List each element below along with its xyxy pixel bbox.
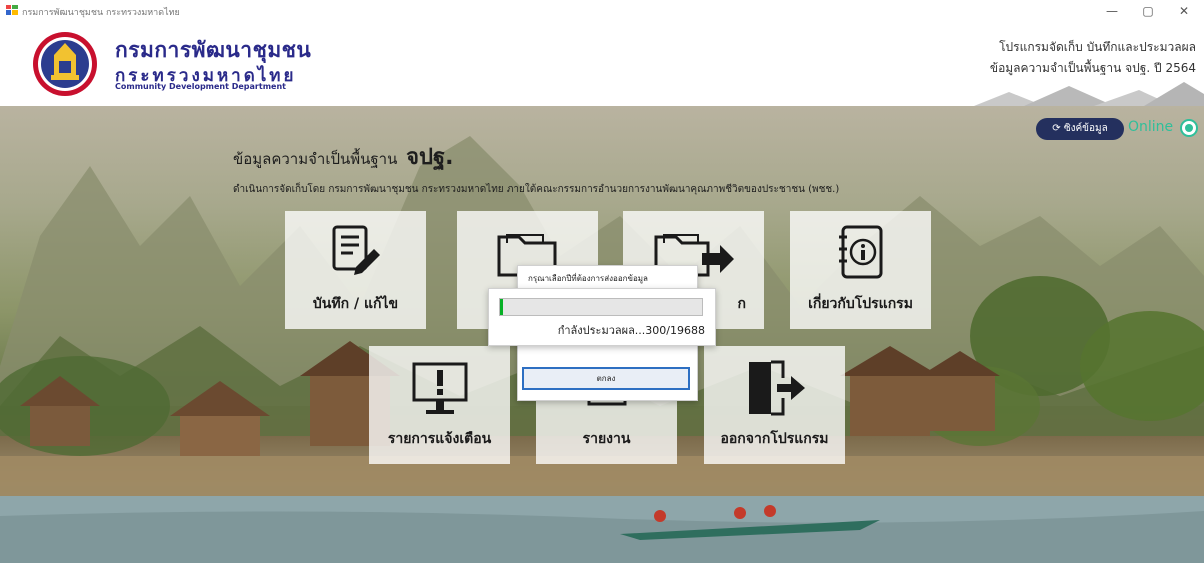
program-name: โปรแกรมจัดเก็บ บันทึกและประมวลผล [999, 40, 1196, 54]
department-logo-icon [33, 32, 97, 96]
tile-about[interactable]: เกี่ยวกับโปรแกรม [790, 211, 931, 329]
tile-reports-label: รายงาน [582, 431, 631, 447]
ok-button[interactable]: ตกลง [522, 367, 690, 390]
main-title-bold: จปฐ. [406, 145, 454, 170]
program-year: ข้อมูลความจำเป็นพื้นฐาน จปฐ. ปี 2564 [989, 61, 1196, 75]
roof-decoration [974, 82, 1204, 106]
refresh-icon: ⟳ [1052, 123, 1064, 134]
progress-popup: กำลังประมวลผล...300/19688 [488, 288, 716, 346]
exit-door-icon [748, 360, 805, 416]
alert-monitor-icon [412, 362, 467, 414]
close-button[interactable]: ✕ [1166, 1, 1202, 21]
main-subtitle: ดำเนินการจัดเก็บโดย กรมการพัฒนาชุมชน กระ… [233, 184, 840, 195]
sync-button-label: ซิงค์ข้อมูล [1063, 123, 1108, 134]
window-titlebar: กรมการพัฒนาชุมชน กระทรวงมหาดไทย — ▢ ✕ [0, 0, 1204, 22]
online-status-indicator-icon [1180, 119, 1198, 137]
maximize-button[interactable]: ▢ [1130, 1, 1166, 21]
tile-exit-label: ออกจากโปรแกรม [720, 431, 829, 447]
tile-exit[interactable]: ออกจากโปรแกรม [704, 346, 845, 464]
main-title-prefix: ข้อมูลความจำเป็นพื้นฐาน [233, 150, 398, 168]
tile-about-label: เกี่ยวกับโปรแกรม [808, 296, 913, 312]
tile-notifications-label: รายการแจ้งเตือน [387, 431, 492, 447]
app-icon [6, 5, 18, 15]
tile-record-edit[interactable]: บันทึก / แก้ไข [285, 211, 426, 329]
progress-bar [499, 298, 703, 316]
progress-bar-fill [500, 299, 504, 315]
app-header: กรมการพัฒนาชุมชน กระทรวงมหาดไทย Communit… [0, 22, 1204, 106]
info-icon [838, 225, 882, 279]
tile-record-edit-label: บันทึก / แก้ไข [312, 296, 399, 312]
tile-notifications[interactable]: รายการแจ้งเตือน [369, 346, 510, 464]
edit-document-icon [332, 225, 380, 275]
main-title: ข้อมูลความจำเป็นพื้นฐาน จปฐ. [233, 139, 453, 174]
minimize-button[interactable]: — [1094, 1, 1130, 21]
sync-data-button[interactable]: ⟳ ซิงค์ข้อมูล [1036, 118, 1124, 140]
department-name-english: Community Development Department [115, 82, 286, 91]
online-status-label: Online [1128, 119, 1174, 135]
window-title: กรมการพัฒนาชุมชน กระทรวงมหาดไทย [22, 8, 180, 18]
progress-status-text: กำลังประมวลผล...300/19688 [557, 324, 705, 337]
dialog-title: กรุณาเลือกปีที่ต้องการส่งออกข้อมูล [528, 274, 648, 283]
